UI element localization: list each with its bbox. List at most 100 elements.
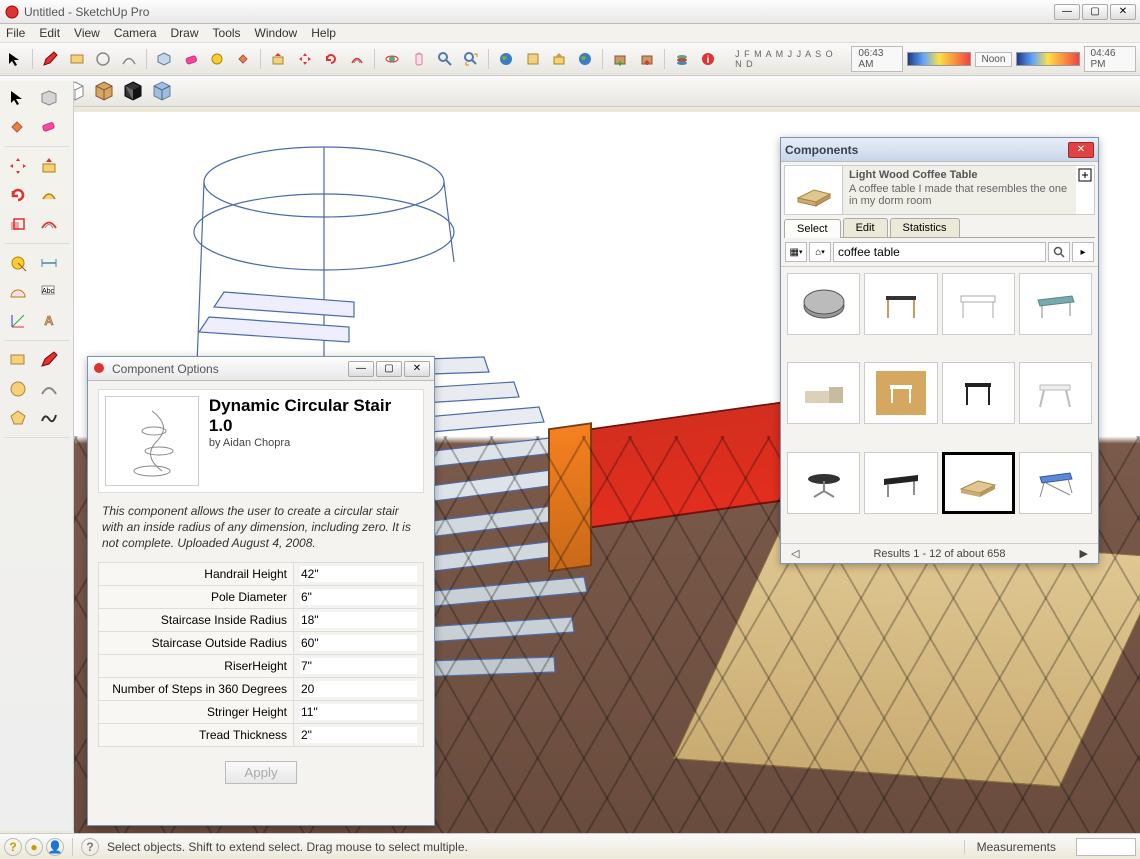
rotate-icon[interactable] — [320, 47, 342, 71]
option-input[interactable] — [300, 704, 417, 720]
followme-icon[interactable] — [35, 182, 63, 208]
result-thumbnail[interactable] — [787, 452, 860, 514]
menu-edit[interactable]: Edit — [39, 26, 60, 40]
freehand-icon[interactable] — [35, 405, 63, 431]
text-icon[interactable]: Abc — [35, 279, 63, 305]
status-icon-3[interactable]: 👤 — [46, 838, 64, 856]
menu-tools[interactable]: Tools — [213, 26, 241, 40]
pushpull-icon[interactable] — [267, 47, 289, 71]
option-input[interactable] — [300, 589, 417, 605]
move-sidebar-icon[interactable] — [4, 153, 32, 179]
style-monochrome-icon[interactable] — [120, 78, 146, 104]
info-icon[interactable]: i — [697, 47, 719, 71]
paint-bucket-icon[interactable] — [232, 47, 254, 71]
panel-minimize-button[interactable]: — — [348, 361, 374, 377]
offset-sidebar-icon[interactable] — [35, 211, 63, 237]
earth-icon[interactable] — [495, 47, 517, 71]
time-slider[interactable] — [907, 52, 970, 66]
option-input[interactable] — [300, 566, 417, 582]
zoom-extents-icon[interactable] — [460, 47, 482, 71]
apply-button[interactable]: Apply — [225, 761, 296, 784]
scale-icon[interactable] — [4, 211, 32, 237]
style-xray-icon[interactable] — [149, 78, 175, 104]
menu-camera[interactable]: Camera — [114, 26, 157, 40]
zoom-icon[interactable] — [434, 47, 456, 71]
rectangle-tool-icon[interactable] — [65, 47, 87, 71]
time-morning[interactable]: 06:43 AM — [851, 46, 903, 72]
option-input[interactable] — [300, 658, 417, 674]
layers-icon[interactable] — [671, 47, 693, 71]
search-button[interactable] — [1048, 242, 1070, 262]
axes-icon[interactable] — [4, 308, 32, 334]
eraser-sidebar-icon[interactable] — [35, 114, 63, 140]
result-thumbnail[interactable] — [942, 273, 1015, 335]
view-mode-button[interactable]: ▦▾ — [785, 242, 807, 262]
circle-tool-icon[interactable] — [92, 47, 114, 71]
component-sidebar-icon[interactable] — [35, 85, 63, 111]
status-icon-1[interactable]: ? — [4, 838, 22, 856]
close-button[interactable]: ✕ — [1110, 4, 1136, 20]
panel-close-button[interactable]: ✕ — [404, 361, 430, 377]
offset-icon[interactable] — [346, 47, 368, 71]
dimension-icon[interactable] — [35, 250, 63, 276]
result-thumbnail[interactable] — [864, 273, 937, 335]
platform-model[interactable] — [673, 529, 1140, 787]
tape-measure-icon[interactable] — [206, 47, 228, 71]
earth2-icon[interactable] — [574, 47, 596, 71]
result-thumbnail[interactable] — [942, 362, 1015, 424]
component-icon[interactable] — [153, 47, 175, 71]
result-thumbnail[interactable] — [1019, 273, 1092, 335]
menu-help[interactable]: Help — [311, 26, 336, 40]
select-icon[interactable] — [4, 85, 32, 111]
result-thumbnail[interactable] — [864, 362, 937, 424]
place-model-icon[interactable] — [548, 47, 570, 71]
protractor-icon[interactable] — [4, 279, 32, 305]
select-tool-icon[interactable] — [4, 47, 26, 71]
maximize-button[interactable]: ▢ — [1082, 4, 1108, 20]
time-slider-2[interactable] — [1016, 52, 1079, 66]
result-thumbnail[interactable] — [942, 452, 1015, 514]
paint-icon[interactable] — [4, 114, 32, 140]
result-thumbnail[interactable] — [787, 273, 860, 335]
components-close-button[interactable]: ✕ — [1068, 142, 1094, 158]
rect-sidebar-icon[interactable] — [4, 347, 32, 373]
warehouse-share-icon[interactable] — [635, 47, 657, 71]
option-input[interactable] — [300, 612, 417, 628]
expand-button[interactable] — [1076, 166, 1094, 214]
warehouse-get-icon[interactable] — [609, 47, 631, 71]
polygon-icon[interactable] — [4, 405, 32, 431]
eraser-icon[interactable] — [179, 47, 201, 71]
measurements-input[interactable] — [1076, 838, 1136, 856]
arc-tool-icon[interactable] — [118, 47, 140, 71]
result-thumbnail[interactable] — [787, 362, 860, 424]
next-page-button[interactable]: ▶ — [1076, 547, 1092, 560]
status-icon-2[interactable]: ● — [25, 838, 43, 856]
menu-file[interactable]: File — [6, 26, 25, 40]
pencil-tool-icon[interactable] — [39, 47, 61, 71]
toggle-terrain-icon[interactable] — [521, 47, 543, 71]
help-icon[interactable]: ? — [81, 838, 99, 856]
3dtext-icon[interactable]: A — [35, 308, 63, 334]
menu-draw[interactable]: Draw — [171, 26, 199, 40]
style-shaded-icon[interactable] — [91, 78, 117, 104]
time-evening[interactable]: 04:46 PM — [1084, 46, 1136, 72]
line-sidebar-icon[interactable] — [35, 347, 63, 373]
circle-sidebar-icon[interactable] — [4, 376, 32, 402]
tape-sidebar-icon[interactable] — [4, 250, 32, 276]
result-thumbnail[interactable] — [1019, 452, 1092, 514]
option-input[interactable] — [300, 727, 417, 743]
prev-page-button[interactable]: ◁ — [787, 547, 803, 560]
panel-maximize-button[interactable]: ▢ — [376, 361, 402, 377]
month-tickers[interactable]: J F M A M J J A S O N D — [735, 49, 843, 69]
menu-window[interactable]: Window — [255, 26, 298, 40]
minimize-button[interactable]: — — [1054, 4, 1080, 20]
pan-icon[interactable] — [407, 47, 429, 71]
tab-select[interactable]: Select — [784, 219, 841, 238]
orbit-icon[interactable] — [381, 47, 403, 71]
move-icon[interactable] — [293, 47, 315, 71]
search-input[interactable] — [833, 242, 1046, 262]
forward-button[interactable]: ▸ — [1072, 242, 1094, 262]
rotate-sidebar-icon[interactable] — [4, 182, 32, 208]
home-button[interactable]: ⌂▾ — [809, 242, 831, 262]
tab-edit[interactable]: Edit — [843, 218, 888, 237]
